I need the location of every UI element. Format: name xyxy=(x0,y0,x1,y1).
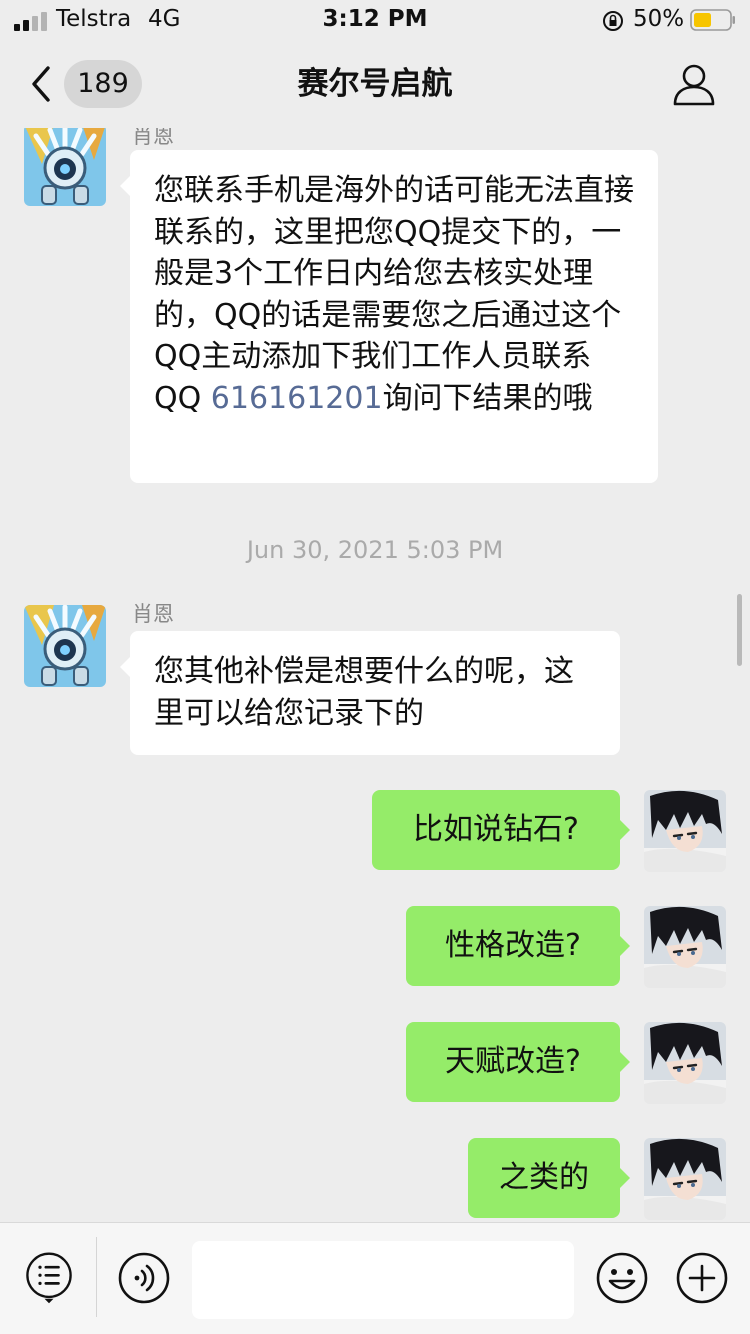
status-bar: Telstra 4G 3:12 PM 50% xyxy=(0,0,750,40)
qq-number-link[interactable]: 616161201 xyxy=(211,381,383,416)
list-menu-icon[interactable] xyxy=(22,1251,76,1305)
user-avatar[interactable] xyxy=(644,1022,726,1104)
unread-count-badge[interactable]: 189 xyxy=(64,60,142,108)
message-text: 之类的 xyxy=(499,1160,589,1195)
message-text: 您其他补偿是想要什么的呢，这里可以给您记录下的 xyxy=(154,654,574,731)
person-icon[interactable] xyxy=(672,62,716,106)
plus-icon[interactable] xyxy=(675,1251,729,1305)
message-bubble-self[interactable]: 性格改造? xyxy=(406,906,630,986)
user-avatar[interactable] xyxy=(644,906,726,988)
message-text-tail: 询问下结果的哦 xyxy=(382,380,593,416)
input-bar xyxy=(0,1222,750,1334)
message-text: 天赋改造? xyxy=(445,1044,581,1079)
message-bubble-self[interactable]: 天赋改造? xyxy=(406,1022,630,1102)
message-text: 比如说钻石? xyxy=(413,812,579,847)
smiley-icon[interactable] xyxy=(595,1251,649,1305)
message-bubble[interactable]: 您联系手机是海外的话可能无法直接联系的，这里把您QQ提交下的，一般是3个工作日内… xyxy=(120,150,658,483)
contact-avatar[interactable] xyxy=(24,128,106,206)
message-text: 性格改造? xyxy=(445,928,581,963)
sender-name: 肖恩 xyxy=(132,128,174,148)
chat-header: 189 赛尔号启航 xyxy=(0,40,750,128)
message-input[interactable] xyxy=(192,1241,574,1319)
chevron-left-icon[interactable] xyxy=(28,64,56,104)
user-avatar[interactable] xyxy=(644,1138,726,1220)
contact-avatar[interactable] xyxy=(24,605,106,687)
user-avatar[interactable] xyxy=(644,790,726,872)
scrollbar[interactable] xyxy=(737,594,742,666)
message-bubble-self[interactable]: 之类的 xyxy=(468,1138,630,1218)
rotation-lock-icon xyxy=(603,11,623,31)
timestamp: Jun 30, 2021 5:03 PM xyxy=(246,536,504,564)
voice-icon[interactable] xyxy=(117,1251,171,1305)
battery-percent: 50% xyxy=(633,6,685,32)
sender-name: 肖恩 xyxy=(132,602,174,626)
message-bubble-self[interactable]: 比如说钻石? xyxy=(372,790,630,870)
message-text: 您联系手机是海外的话可能无法直接联系的，这里把您QQ提交下的，一般是3个工作日内… xyxy=(154,173,634,416)
message-bubble[interactable]: 您其他补偿是想要什么的呢，这里可以给您记录下的 xyxy=(120,631,620,755)
message-list[interactable]: 肖恩 您联系手机是海外的话可能无法直接联系的，这里把您QQ提交下的，一般是3个工… xyxy=(0,128,750,1222)
battery-icon xyxy=(690,9,735,31)
divider xyxy=(96,1237,97,1317)
